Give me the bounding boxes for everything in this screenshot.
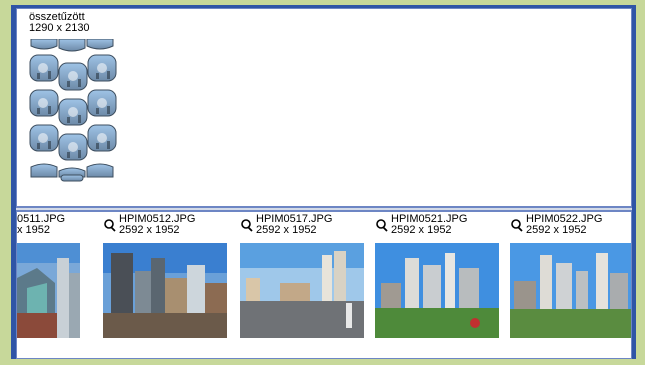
composite-dimensions: 1290 x 2130 <box>29 22 90 34</box>
thumbnail-image <box>17 243 80 338</box>
thumbnail-item[interactable]: HPIM0512.JPG 2592 x 1952 <box>103 212 227 340</box>
thumbnail-item[interactable]: HPIM0517.JPG 2592 x 1952 <box>240 212 364 340</box>
thumbnail-dimensions: 2592 x 1952 <box>119 224 180 236</box>
composite-preview-panel: összetűzött 1290 x 2130 <box>16 8 632 207</box>
thumbnail-image <box>103 243 227 338</box>
thumbnail-dimensions: 2592 x 1952 <box>526 224 587 236</box>
thumbnail-item[interactable]: HPIM0521.JPG 2592 x 1952 <box>375 212 499 340</box>
thumbnail-item[interactable]: HPIM0522.JPG 2592 x 1952 <box>510 212 631 340</box>
thumbnail-image <box>510 243 631 338</box>
thumbnail-dimensions: 2592 x 1952 <box>256 224 317 236</box>
link-icon <box>376 219 388 232</box>
composite-thumbnail[interactable] <box>29 38 117 187</box>
composite-image <box>29 38 117 182</box>
link-icon <box>104 219 116 232</box>
link-icon <box>241 219 253 232</box>
thumbnail-item[interactable]: 0511.JPG x 1952 <box>17 212 80 340</box>
thumbnail-image <box>375 243 499 338</box>
thumbnail-dimensions: x 1952 <box>17 224 51 236</box>
thumbnail-strip: 0511.JPG x 1952 HPIM0512.JPG 2592 x 1952 <box>16 211 632 359</box>
thumbnail-dimensions: 2592 x 1952 <box>391 224 452 236</box>
link-icon <box>511 219 523 232</box>
thumbnail-image <box>240 243 364 338</box>
composite-caption: összetűzött 1290 x 2130 <box>29 12 90 34</box>
